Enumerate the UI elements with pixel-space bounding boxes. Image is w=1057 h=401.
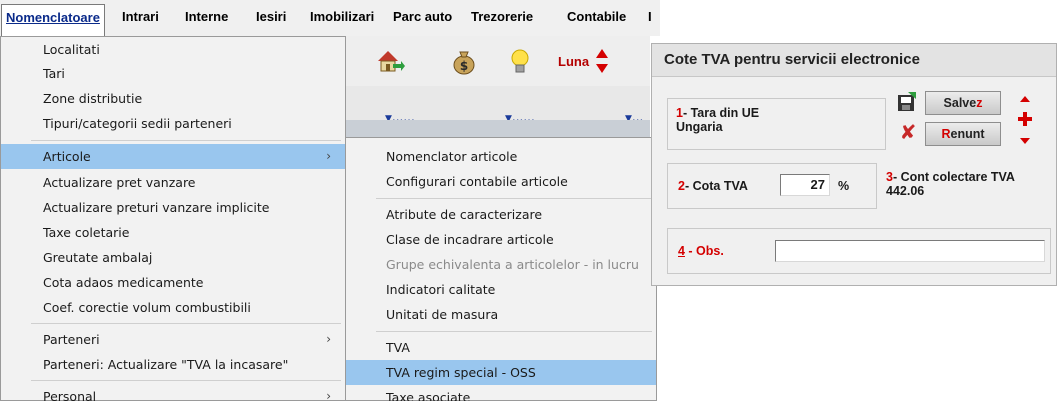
menu-parc-auto[interactable]: Parc auto	[393, 9, 452, 24]
menu-item-personal[interactable]: Personal ›	[1, 384, 345, 401]
chevron-right-icon: ›	[326, 332, 331, 346]
cont-colectare-value[interactable]: 442.06	[886, 184, 924, 198]
menu-nomenclatoare[interactable]: Nomenclatoare	[1, 4, 105, 36]
menu-separator	[31, 380, 341, 381]
menu-separator	[31, 140, 341, 141]
cota-tva-label: 2- Cota TVA	[678, 179, 748, 193]
svg-text:$: $	[460, 59, 468, 73]
submenu-item-configurari-contabile[interactable]: Configurari contabile articole	[346, 169, 656, 194]
chevron-right-icon: ›	[326, 389, 331, 401]
cancel-button[interactable]: Renunt	[925, 122, 1001, 146]
menu-item-taxe-coletarie[interactable]: Taxe coletarie	[1, 220, 345, 245]
obs-group: 4 - Obs.	[667, 228, 1051, 274]
background-toolbar: $ Luna	[345, 36, 650, 86]
menu-item-actualizare-pret[interactable]: Actualizare pret vanzare	[1, 170, 345, 195]
luna-label: Luna	[558, 54, 590, 69]
save-disk-icon	[896, 91, 918, 113]
menu-cut-item[interactable]: I	[648, 9, 652, 24]
menu-item-articole[interactable]: Articole ›	[1, 144, 345, 169]
submenu-item-tva-regim-special-oss[interactable]: TVA regim special - OSS	[346, 360, 656, 385]
tara-value: Ungaria	[676, 120, 723, 134]
articole-submenu: Nomenclator articole Configurari contabi…	[345, 137, 657, 401]
obs-input[interactable]	[775, 240, 1045, 262]
submenu-item-grupe-echivalenta: Grupe echivalenta a articolelor - in luc…	[386, 257, 639, 272]
dialog-title: Cote TVA pentru servicii electronice	[652, 44, 1056, 77]
cote-tva-dialog: Cote TVA pentru servicii electronice 1- …	[651, 43, 1057, 286]
background-application: $ Luna ▼...... ▼...... ▼...	[345, 36, 650, 146]
menu-item-parteneri-tva[interactable]: Parteneri: Actualizare "TVA la incasare"	[1, 352, 345, 377]
menu-iesiri[interactable]: Iesiri	[256, 9, 286, 24]
tara-group[interactable]: 1- Tara din UE Ungaria	[667, 98, 886, 150]
nomenclatoare-menu: Localitati Tari Zone distributie Tipuri/…	[0, 36, 346, 401]
submenu-separator	[376, 198, 652, 199]
submenu-item-clase-incadrare[interactable]: Clase de incadrare articole	[346, 227, 656, 252]
submenu-item-indicatori-calitate[interactable]: Indicatori calitate	[346, 277, 656, 302]
submenu-item-taxe-asociate[interactable]: Taxe asociate	[346, 385, 656, 401]
house-arrow-icon[interactable]	[375, 46, 405, 76]
menu-item-zone-distributie[interactable]: Zone distributie	[1, 86, 345, 111]
menubar: Nomenclatoare Intrari Interne Iesiri Imo…	[0, 0, 660, 36]
menu-contabile[interactable]: Contabile	[567, 9, 626, 24]
menu-item-localitati[interactable]: Localitati	[1, 37, 345, 62]
menu-item-tipuri-categorii[interactable]: Tipuri/categorii sedii parteneri	[1, 111, 345, 136]
submenu-item-atribute-caracterizare[interactable]: Atribute de caracterizare	[346, 202, 656, 227]
cancel-x-icon: ✘	[899, 120, 917, 144]
submenu-item-tva[interactable]: TVA	[346, 335, 656, 360]
obs-label: 4 - Obs.	[678, 244, 724, 258]
menu-item-actualizare-preturi-implicite[interactable]: Actualizare preturi vanzare implicite	[1, 195, 345, 220]
save-button[interactable]: Salvez	[925, 91, 1001, 115]
cota-percent-unit: %	[838, 179, 850, 193]
menu-imobilizari[interactable]: Imobilizari	[310, 9, 374, 24]
submenu-separator	[376, 331, 652, 332]
menu-item-coef-corectie[interactable]: Coef. corectie volum combustibili	[1, 295, 345, 320]
tara-label: 1- Tara din UE	[676, 106, 760, 120]
cota-tva-input[interactable]: 27	[780, 174, 830, 196]
menu-item-greutate-ambalaj[interactable]: Greutate ambalaj	[1, 245, 345, 270]
up-down-arrows-icon[interactable]	[595, 44, 609, 78]
lightbulb-icon[interactable]	[505, 46, 535, 76]
cota-tva-group: 2- Cota TVA 27 %	[667, 163, 877, 209]
submenu-item-nomenclator-articole[interactable]: Nomenclator articole	[346, 144, 656, 169]
menu-separator	[31, 323, 341, 324]
menu-interne[interactable]: Interne	[185, 9, 228, 24]
cont-colectare-label: 3- Cont colectare TVA	[886, 170, 1015, 184]
money-bag-icon[interactable]: $	[449, 46, 479, 76]
chevron-right-icon: ›	[326, 149, 331, 163]
menu-trezorerie[interactable]: Trezorerie	[471, 9, 533, 24]
menu-item-tari[interactable]: Tari	[1, 61, 345, 86]
up-plus-down-icon[interactable]	[1018, 94, 1032, 148]
menu-item-cota-adaos[interactable]: Cota adaos medicamente	[1, 270, 345, 295]
menu-intrari[interactable]: Intrari	[122, 9, 159, 24]
submenu-item-unitati-masura[interactable]: Unitati de masura	[346, 302, 656, 327]
menu-item-parteneri[interactable]: Parteneri ›	[1, 327, 345, 352]
